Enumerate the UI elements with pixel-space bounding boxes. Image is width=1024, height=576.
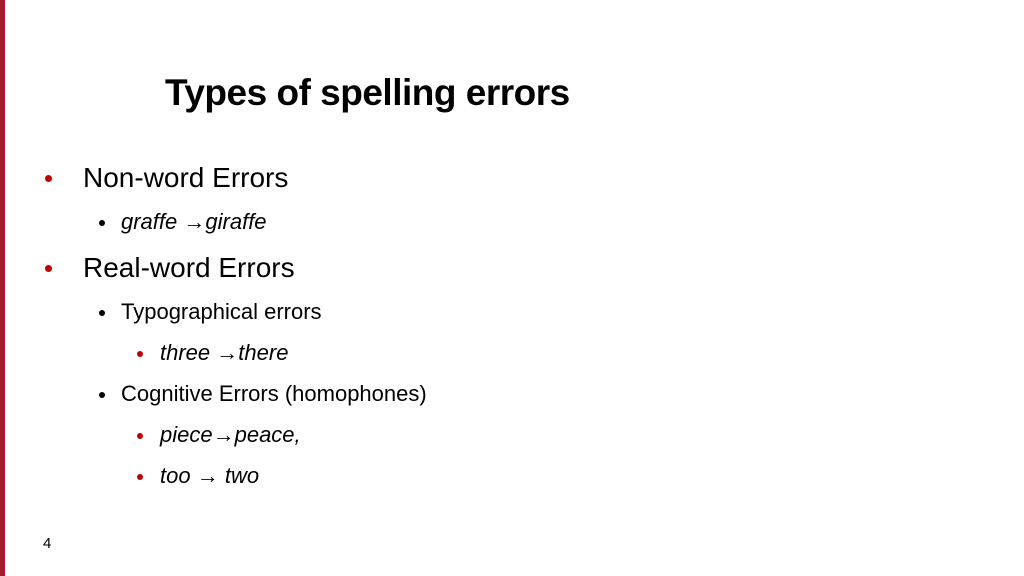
arrow-right-icon: →: [216, 340, 239, 365]
slide-title: Types of spelling errors: [165, 72, 570, 113]
bullet-icon: [137, 351, 143, 357]
example-three-there: three →there: [160, 340, 288, 366]
bullet-icon: [99, 392, 105, 398]
correction: peace,: [234, 422, 301, 447]
arrow-right-icon: →: [196, 463, 219, 488]
arrow-right-icon: →: [183, 209, 206, 234]
bullet-cognitive-errors: Cognitive Errors (homophones): [121, 381, 427, 406]
misspelling: three: [160, 340, 211, 365]
bullet-icon: [137, 433, 143, 439]
page-number: 4: [43, 535, 52, 552]
bullet-nonword-errors: Non-word Errors: [83, 162, 289, 193]
example-graffe-giraffe: graffe →giraffe: [121, 209, 267, 235]
accent-bar: [0, 0, 5, 576]
bullet-realword-errors: Real-word Errors: [83, 252, 295, 283]
correction: two: [224, 463, 260, 488]
arrow-right-icon: →: [212, 422, 235, 447]
bullet-icon: [99, 310, 105, 316]
misspelling: piece: [160, 422, 213, 447]
bullet-icon: [99, 220, 105, 226]
misspelling: graffe: [121, 209, 178, 234]
correction: giraffe: [205, 209, 267, 234]
bullet-typographical-errors: Typographical errors: [121, 299, 322, 324]
bullet-icon: [137, 474, 143, 480]
example-piece-peace: piece→peace,: [160, 422, 301, 448]
misspelling: too: [160, 463, 191, 488]
example-too-two: too → two: [160, 463, 259, 489]
correction: there: [238, 340, 289, 365]
bullet-icon: [45, 175, 52, 182]
bullet-icon: [45, 265, 52, 272]
